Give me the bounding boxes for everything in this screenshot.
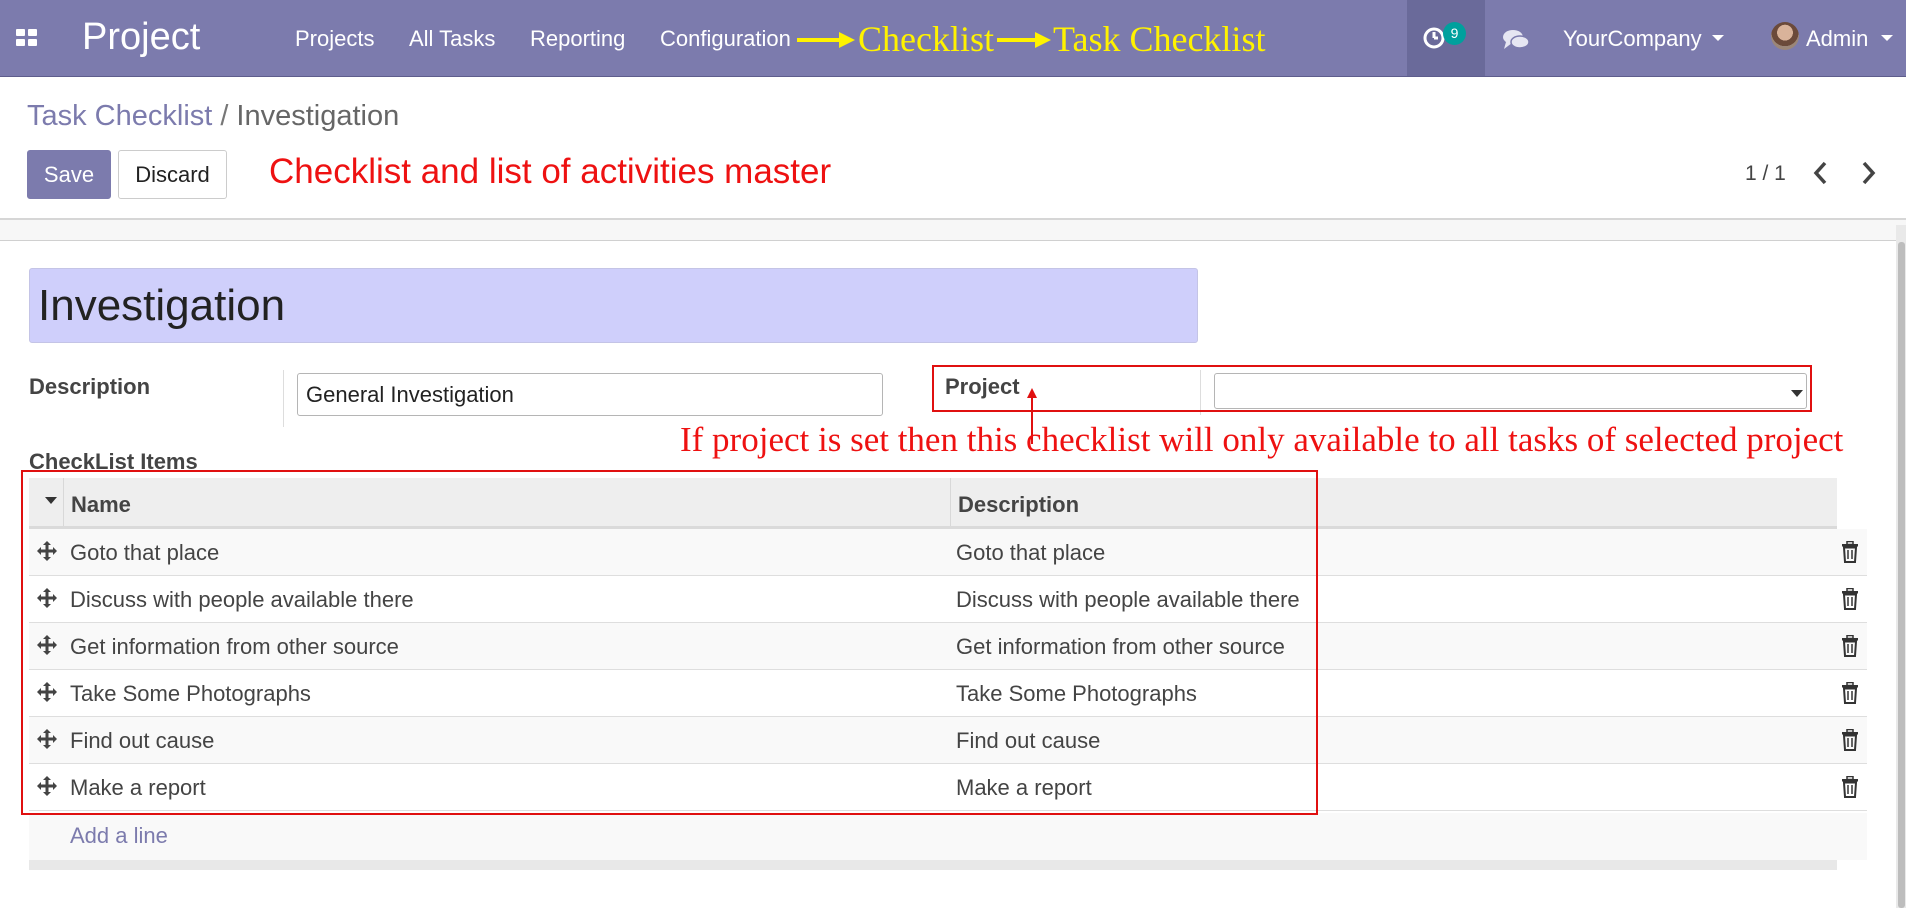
trash-icon[interactable] [1841,776,1859,798]
avatar[interactable] [1771,22,1799,50]
chevron-left-icon[interactable] [1813,160,1829,186]
add-line-link[interactable]: Add a line [70,823,168,849]
top-navbar: Project Projects All Tasks Reporting Con… [0,0,1906,77]
annotation-table-box [21,470,1318,815]
chat-icon[interactable] [1502,28,1530,52]
annotation-checklist: Checklist [858,19,994,59]
breadcrumb: Task Checklist / Investigation [27,100,399,133]
chevron-down-icon [1712,35,1724,41]
menu-configuration[interactable]: Configuration [660,26,791,52]
company-switcher[interactable]: YourCompany [1563,26,1702,52]
add-line-row [29,813,1867,860]
pager-value[interactable]: 1 / 1 [1745,162,1786,186]
trash-icon[interactable] [1841,541,1859,563]
table-footer [29,860,1837,870]
field-divider [283,370,284,427]
app-title: Project [82,16,201,58]
annotation-top-note: Checklist and list of activities master [269,152,832,191]
breadcrumb-separator: / [220,100,229,132]
trash-icon[interactable] [1841,588,1859,610]
menu-projects[interactable]: Projects [295,26,374,52]
menu-all-tasks[interactable]: All Tasks [409,26,495,52]
description-field[interactable]: General Investigation [297,373,883,416]
annotation-project-note: If project is set then this checklist wi… [680,420,1844,459]
chevron-down-icon [1881,35,1893,41]
menu-reporting[interactable]: Reporting [530,26,625,52]
trash-icon[interactable] [1841,729,1859,751]
breadcrumb-current: Investigation [236,100,400,132]
user-menu[interactable]: Admin [1806,26,1868,52]
annotation-task-checklist: Task Checklist [1053,19,1266,59]
scrollbar-thumb[interactable] [1898,242,1905,908]
breadcrumb-parent[interactable]: Task Checklist [27,100,212,132]
save-button[interactable]: Save [27,150,111,199]
yellow-arrow-icon [797,32,855,48]
annotation-project-box [932,365,1812,412]
chevron-right-icon[interactable] [1860,160,1876,186]
description-label: Description [29,374,151,399]
yellow-arrow-icon [997,32,1051,48]
apps-menu-icon[interactable] [16,29,38,47]
trash-icon[interactable] [1841,682,1859,704]
trash-icon[interactable] [1841,635,1859,657]
activity-count-badge: 9 [1443,22,1466,45]
checklist-name-input[interactable]: Investigation [29,268,1198,343]
discard-button[interactable]: Discard [118,150,227,199]
